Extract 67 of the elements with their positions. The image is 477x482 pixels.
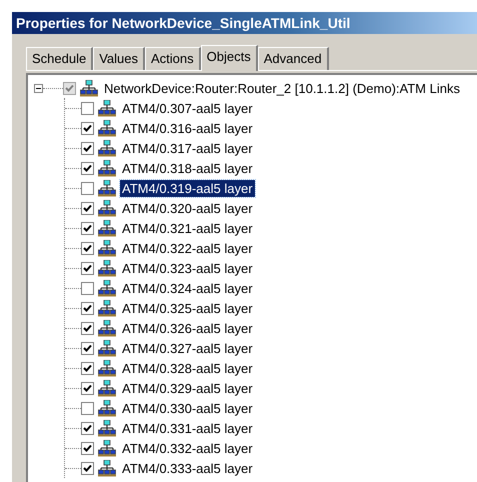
checkbox[interactable] [81,302,94,314]
checkbox[interactable] [81,122,94,134]
window-title: Properties for NetworkDevice_SingleATMLink_Util [12,12,477,34]
tab[interactable]: Values [93,47,146,70]
tree-item[interactable]: ATM4/0.333-aal5 layer [120,460,255,476]
network-icon [98,200,116,216]
network-icon [98,360,116,376]
tree-item[interactable]: ATM4/0.326-aal5 layer [120,320,255,336]
tree-item[interactable]: ATM4/0.307-aal5 layer [120,100,255,116]
network-icon [98,400,116,416]
tree-item[interactable]: ATM4/0.317-aal5 layer [120,140,255,156]
network-icon [98,240,116,256]
checkbox[interactable] [81,182,94,194]
network-icon [98,180,116,196]
checkbox[interactable] [81,282,94,294]
tree-item[interactable]: ATM4/0.329-aal5 layer [120,380,255,396]
checkbox[interactable] [81,242,94,254]
checkbox[interactable] [81,102,94,114]
tree-item[interactable]: ATM4/0.318-aal5 layer [120,160,255,176]
network-icon [98,260,116,276]
tree-item[interactable]: ATM4/0.325-aal5 layer [120,300,255,316]
network-icon [98,300,116,316]
checkbox[interactable] [81,262,94,274]
tab[interactable]: Objects [200,45,258,71]
tree-item[interactable]: ATM4/0.321-aal5 layer [120,220,255,236]
checkbox[interactable] [81,442,94,454]
collapse-icon[interactable] [34,84,43,92]
tree-item[interactable]: ATM4/0.330-aal5 layer [120,400,255,416]
network-icon [98,140,116,156]
tree-item[interactable]: ATM4/0.322-aal5 layer [120,240,255,256]
checkbox[interactable] [63,82,76,94]
tab[interactable]: Advanced [258,47,329,70]
checkbox[interactable] [81,222,94,234]
network-icon [98,320,116,336]
network-icon [98,340,116,356]
network-icon [98,100,116,116]
tab[interactable]: Actions [145,47,201,70]
checkbox[interactable] [81,342,94,354]
network-icon [98,460,116,476]
network-icon [98,380,116,396]
checkbox[interactable] [81,142,94,154]
tree-item[interactable]: ATM4/0.323-aal5 layer [120,260,255,276]
tree-item[interactable]: ATM4/0.328-aal5 layer [120,360,255,376]
checkbox[interactable] [81,202,94,214]
checkbox[interactable] [81,462,94,474]
network-icon [98,220,116,236]
tree-item[interactable]: ATM4/0.320-aal5 layer [120,200,255,216]
checkbox[interactable] [81,382,94,394]
checkbox[interactable] [81,162,94,174]
checkbox[interactable] [81,362,94,374]
network-icon [98,280,116,296]
network-icon [98,440,116,456]
checkbox[interactable] [81,322,94,334]
checkbox[interactable] [81,402,94,414]
tree-item[interactable]: ATM4/0.327-aal5 layer [120,340,255,356]
checkbox[interactable] [81,422,94,434]
tree-item[interactable]: ATM4/0.332-aal5 layer [120,440,255,456]
tree-item[interactable]: ATM4/0.316-aal5 layer [120,120,255,136]
network-icon [80,80,98,96]
network-icon [98,120,116,136]
tab[interactable]: Schedule [26,47,94,70]
tree-item[interactable]: NetworkDevice:Router:Router_2 [10.1.1.2] (Demo):ATM Links [102,80,462,96]
network-icon [98,160,116,176]
tree-item[interactable]: ATM4/0.319-aal5 layer [120,180,255,196]
network-icon [98,420,116,436]
tree-item[interactable]: ATM4/0.324-aal5 layer [120,280,255,296]
tree-item[interactable]: ATM4/0.331-aal5 layer [120,420,255,436]
